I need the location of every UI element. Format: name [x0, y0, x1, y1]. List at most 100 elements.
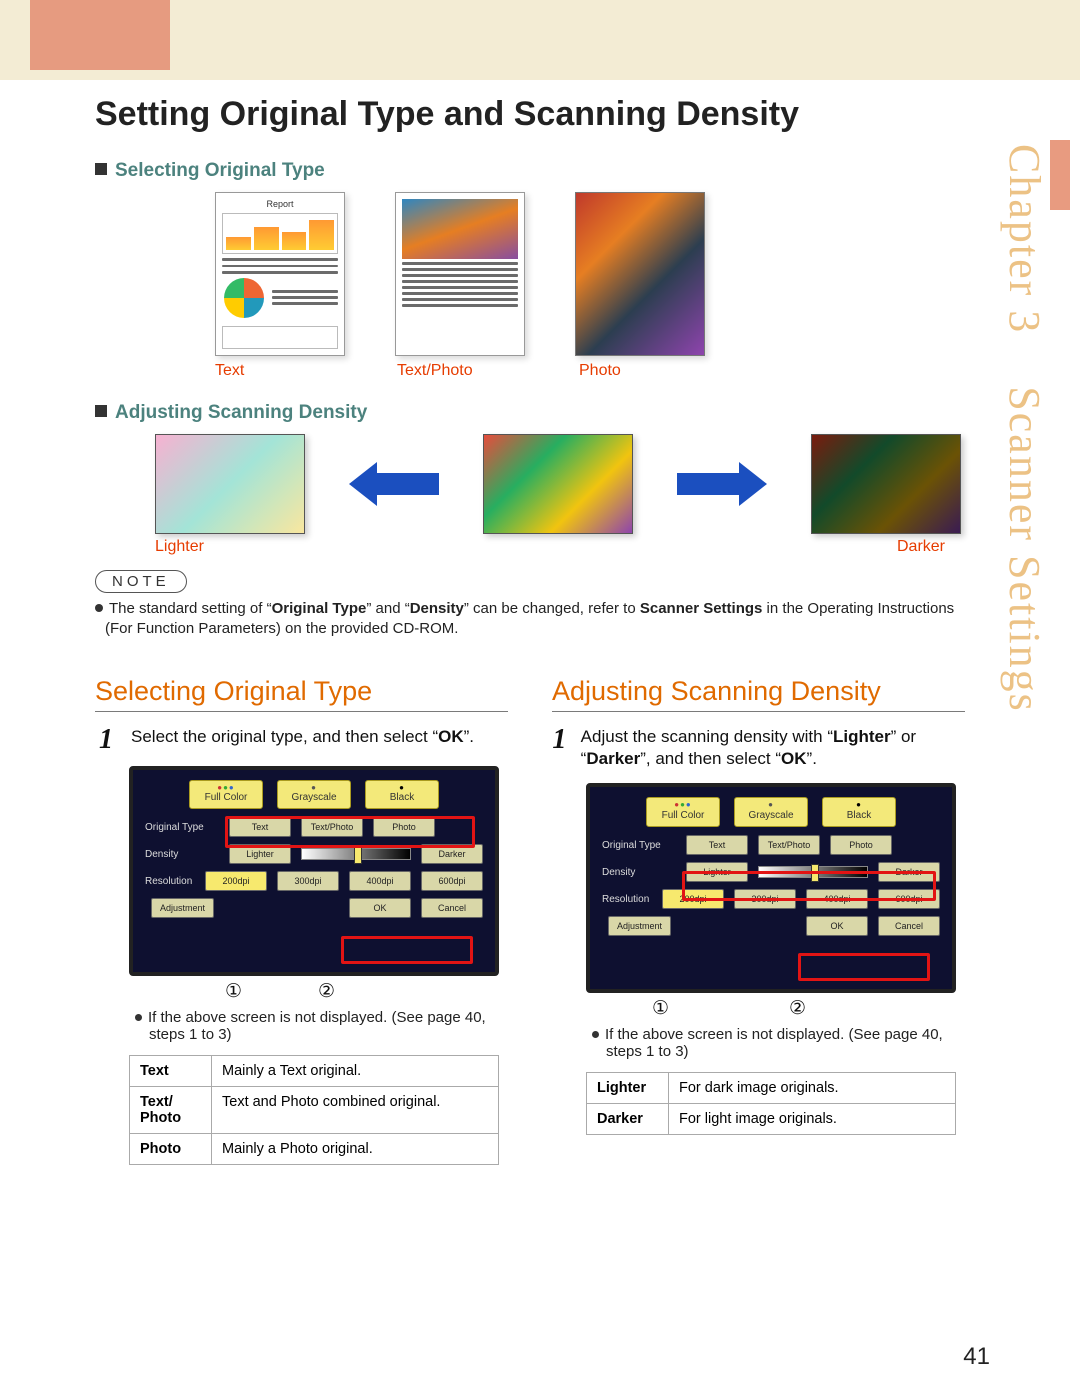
screen-tab-grayscale[interactable]: ●Grayscale: [734, 797, 808, 827]
section-adjusting-density: Adjusting Scanning Density: [95, 402, 965, 424]
screen-btn-textphoto[interactable]: Text/Photo: [758, 835, 820, 855]
table-val: For light image originals.: [669, 1104, 956, 1135]
line-chart-icon: [222, 326, 338, 349]
table-row: TextMainly a Text original.: [130, 1055, 499, 1086]
side-accent-bar: [1050, 140, 1070, 210]
section2-heading-text: Adjusting Scanning Density: [115, 402, 367, 423]
original-type-thumbnails: Report: [215, 192, 965, 356]
screen-tab-grayscale[interactable]: ●Grayscale: [277, 780, 351, 810]
table-val: Mainly a Photo original.: [212, 1133, 499, 1164]
bullet-square-icon: [95, 405, 107, 417]
table-val: For dark image originals.: [669, 1073, 956, 1104]
bullet-icon: [95, 604, 103, 612]
step-a1-text: Select the original type, and then selec…: [131, 726, 474, 749]
density-thumb-lighter: [155, 434, 305, 534]
pie-icon: [224, 278, 264, 318]
table-key: Text: [130, 1055, 212, 1086]
screen-btn-ok[interactable]: OK: [806, 916, 868, 936]
bullet-icon: [592, 1031, 599, 1038]
screen-btn-300dpi[interactable]: 300dpi: [277, 871, 339, 891]
screen-btn-adjustment[interactable]: Adjustment: [608, 916, 671, 936]
screen-label-resolution: Resolution: [145, 876, 195, 887]
screen-btn-adjustment[interactable]: Adjustment: [151, 898, 214, 918]
arrow-right-icon: [677, 467, 767, 501]
annotation-numbers-b: ① ②: [652, 997, 965, 1020]
screen-label-originaltype: Original Type: [602, 840, 676, 851]
thumbnail-labels: Text Text/Photo Photo: [215, 362, 965, 380]
density-table: LighterFor dark image originals. DarkerF…: [586, 1072, 956, 1135]
screen-btn-photo[interactable]: Photo: [830, 835, 892, 855]
step-b1-text: Adjust the scanning density with “Lighte…: [581, 726, 965, 772]
chapter-side-label: Chapter 3 Scanner Settings: [995, 140, 1070, 713]
col-a-subnote: If the above screen is not displayed. (S…: [135, 1009, 508, 1043]
screen-tab-fullcolor[interactable]: ●●●Full Color: [189, 780, 263, 810]
highlight-ok-cancel: [341, 936, 473, 964]
table-val: Mainly a Text original.: [212, 1055, 499, 1086]
screen-btn-cancel[interactable]: Cancel: [878, 916, 940, 936]
highlight-originaltype-row: [225, 816, 475, 848]
section-selecting-original-type: Selecting Original Type: [95, 160, 965, 182]
annotation-numbers-a: ① ②: [225, 980, 508, 1003]
screen-label-density: Density: [602, 867, 676, 878]
arrow-left-icon: [349, 467, 439, 501]
step-number-1: 1: [95, 726, 117, 754]
density-labels: Lighter Darker: [155, 538, 945, 556]
label-textphoto: Text/Photo: [397, 362, 529, 380]
screen-btn-400dpi[interactable]: 400dpi: [349, 871, 411, 891]
note-text: The standard setting of “Original Type” …: [95, 599, 965, 640]
label-lighter: Lighter: [155, 538, 204, 556]
density-examples: [155, 434, 965, 534]
table-row: PhotoMainly a Photo original.: [130, 1133, 499, 1164]
label-photo: Photo: [579, 362, 711, 380]
table-key: Lighter: [587, 1073, 669, 1104]
thumb-text-chart: [222, 213, 338, 254]
screen-tab-black[interactable]: ●Black: [365, 780, 439, 810]
chapter-word: Chapter: [1000, 144, 1049, 297]
highlight-density-row: [682, 871, 936, 901]
thumb-photo: [575, 192, 705, 356]
banner-accent: [30, 0, 170, 70]
screen-tab-fullcolor[interactable]: ●●●Full Color: [646, 797, 720, 827]
page-title: Setting Original Type and Scanning Densi…: [95, 95, 965, 134]
highlight-ok-cancel: [798, 953, 930, 981]
label-darker: Darker: [897, 538, 945, 556]
screen-btn-200dpi[interactable]: 200dpi: [205, 871, 267, 891]
table-key: Photo: [130, 1133, 212, 1164]
column-selecting-original-type: Selecting Original Type 1 Select the ori…: [95, 676, 508, 1165]
note-pill: NOTE: [95, 570, 187, 593]
circled-1: ①: [652, 997, 669, 1020]
density-thumb-normal: [483, 434, 633, 534]
top-banner: [0, 0, 1080, 80]
table-key: Darker: [587, 1104, 669, 1135]
col-a-heading: Selecting Original Type: [95, 676, 508, 712]
step-number-1: 1: [552, 726, 567, 754]
bullet-square-icon: [95, 163, 107, 175]
section-name: Scanner Settings: [1000, 386, 1049, 713]
page-number: 41: [963, 1343, 990, 1371]
screen-btn-text[interactable]: Text: [686, 835, 748, 855]
bullet-icon: [135, 1014, 142, 1021]
chapter-number: 3: [1000, 310, 1049, 334]
screen-label-resolution: Resolution: [602, 894, 652, 905]
chapter-side-text: Chapter 3 Scanner Settings: [995, 140, 1050, 713]
screen-btn-600dpi[interactable]: 600dpi: [421, 871, 483, 891]
thumb-textphoto-image: [402, 199, 518, 259]
screen-btn-ok[interactable]: OK: [349, 898, 411, 918]
circled-1: ①: [225, 980, 242, 1003]
table-row: Text/ PhotoText and Photo combined origi…: [130, 1086, 499, 1133]
table-row: LighterFor dark image originals.: [587, 1073, 956, 1104]
screen-label-originaltype: Original Type: [145, 822, 219, 833]
screen-label-density: Density: [145, 849, 219, 860]
screen-btn-cancel[interactable]: Cancel: [421, 898, 483, 918]
original-type-table: TextMainly a Text original. Text/ PhotoT…: [129, 1055, 499, 1165]
screen-tab-black[interactable]: ●Black: [822, 797, 896, 827]
screen-density-slider[interactable]: [301, 848, 411, 860]
thumb-text: Report: [215, 192, 345, 356]
table-val: Text and Photo combined original.: [212, 1086, 499, 1133]
label-text: Text: [215, 362, 347, 380]
circled-2: ②: [318, 980, 335, 1003]
table-row: DarkerFor light image originals.: [587, 1104, 956, 1135]
column-adjusting-density: Adjusting Scanning Density 1 Adjust the …: [552, 676, 965, 1165]
circled-2: ②: [789, 997, 806, 1020]
density-thumb-darker: [811, 434, 961, 534]
